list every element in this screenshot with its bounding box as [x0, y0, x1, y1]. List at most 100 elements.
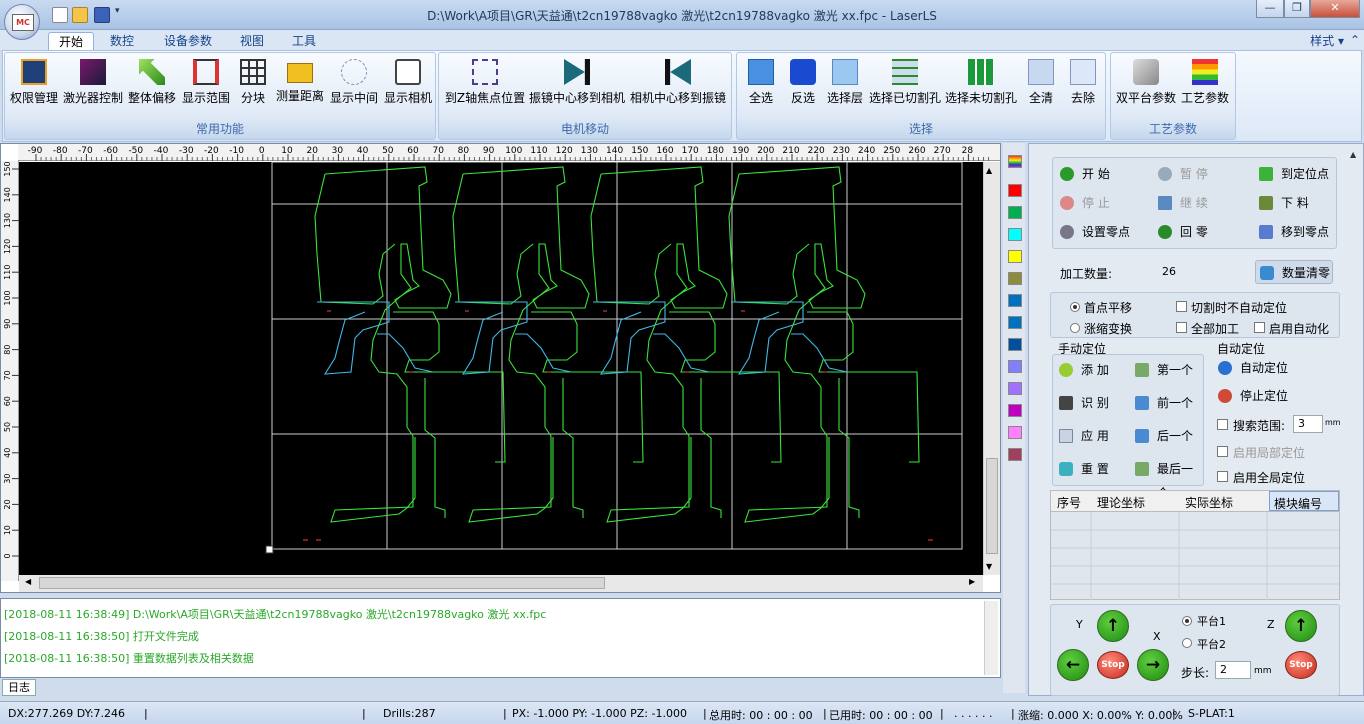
local-locate-checkbox[interactable] [1217, 446, 1228, 457]
col-index[interactable]: 序号 [1057, 494, 1081, 511]
canvas-horizontal-scrollbar[interactable]: ◀ ▶ [19, 575, 983, 592]
scroll-down-icon[interactable]: ▼ [986, 562, 992, 571]
first-button[interactable]: 第一个 [1131, 358, 1203, 382]
prev-button[interactable]: 前一个 [1131, 391, 1203, 415]
tab-tools[interactable]: 工具 [282, 32, 326, 51]
palette-swatch[interactable] [1008, 360, 1022, 373]
measure-button[interactable]: 测量距离 [273, 57, 327, 113]
palette-swatch[interactable] [1008, 228, 1022, 241]
set-zero-button[interactable]: 设置零点 [1056, 220, 1146, 244]
global-locate-checkbox[interactable] [1217, 471, 1228, 482]
show-center-button[interactable]: 显示中间 [327, 57, 381, 113]
palette-swatch[interactable] [1008, 426, 1022, 439]
tab-log[interactable]: 日志 [2, 679, 36, 696]
minimize-button[interactable]: — [1256, 0, 1284, 18]
pause-button[interactable]: 暂 停 [1154, 162, 1244, 186]
locate-table-body[interactable] [1050, 512, 1341, 600]
first-pan-radio[interactable] [1070, 302, 1080, 312]
vscroll-thumb[interactable] [986, 458, 998, 554]
offset-button[interactable]: 整体偏移 [125, 57, 179, 113]
goto-position-button[interactable]: 到定位点 [1255, 162, 1337, 186]
z-up-button[interactable]: ↑ [1285, 610, 1317, 642]
permission-button[interactable]: 权限管理 [7, 57, 61, 113]
hscroll-thumb[interactable] [39, 577, 605, 589]
close-button[interactable]: ✕ [1310, 0, 1360, 18]
apply-button[interactable]: 应 用 [1055, 424, 1123, 448]
resume-button[interactable]: 继 续 [1154, 191, 1244, 215]
all-process-checkbox[interactable] [1176, 322, 1187, 333]
home-button[interactable]: 回 零 [1154, 220, 1244, 244]
palette-swatch[interactable] [1008, 338, 1022, 351]
panel-scroll-up-icon[interactable]: ▲ [1350, 150, 1356, 159]
split-button[interactable]: 分块 [233, 57, 273, 113]
log-scrollbar[interactable] [984, 601, 998, 675]
scroll-up-icon[interactable]: ▲ [986, 166, 992, 175]
search-range-checkbox[interactable] [1217, 419, 1228, 430]
step-input[interactable]: 2 [1215, 661, 1251, 679]
drawing-canvas[interactable] [19, 161, 983, 575]
palette-swatch[interactable] [1008, 382, 1022, 395]
col-actual-coord[interactable]: 实际坐标 [1185, 494, 1233, 511]
show-camera-button[interactable]: 显示相机 [381, 57, 435, 113]
tab-cnc[interactable]: 数控 [100, 32, 144, 51]
tab-device-params[interactable]: 设备参数 [154, 32, 222, 51]
pcb-part[interactable] [728, 166, 920, 523]
restore-button[interactable]: ❐ [1284, 0, 1310, 18]
camera-to-galvo-button[interactable]: 相机中心移到振镜 [627, 57, 729, 113]
galvo-to-camera-button[interactable]: 振镜中心移到相机 [527, 57, 627, 113]
palette-swatch[interactable] [1008, 448, 1022, 461]
app-menu-button[interactable]: MC [4, 4, 40, 40]
auto-locate-button[interactable]: 自动定位 [1214, 356, 1296, 380]
palette-swatch[interactable] [1008, 404, 1022, 417]
tab-start[interactable]: 开始 [48, 32, 95, 51]
select-layer-button[interactable]: 选择层 [823, 57, 867, 113]
ribbon-collapse-icon[interactable]: ⌃ [1350, 33, 1360, 47]
tab-view[interactable]: 视图 [230, 32, 274, 51]
canvas-vertical-scrollbar[interactable]: ▲ ▼ [983, 162, 1000, 575]
col-theory-coord[interactable]: 理论坐标 [1097, 494, 1145, 511]
stop-button[interactable]: 停 止 [1056, 191, 1146, 215]
palette-swatch[interactable] [1008, 294, 1022, 307]
unload-button[interactable]: 下 料 [1255, 191, 1337, 215]
palette-swatch[interactable] [1008, 272, 1022, 285]
dual-platform-params-button[interactable]: 双平台参数 [1115, 57, 1177, 113]
x-right-button[interactable]: → [1137, 649, 1169, 681]
add-button[interactable]: 添 加 [1055, 358, 1123, 382]
process-params-button[interactable]: 工艺参数 [1177, 57, 1233, 113]
xy-stop-button[interactable]: Stop [1097, 651, 1129, 679]
palette-swatch[interactable] [1008, 206, 1022, 219]
next-button[interactable]: 后一个 [1131, 424, 1203, 448]
clear-all-button[interactable]: 全清 [1021, 57, 1061, 113]
laser-control-button[interactable]: 激光器控制 [61, 57, 125, 113]
palette-swatch[interactable] [1008, 316, 1022, 329]
move-to-zero-button[interactable]: 移到零点 [1255, 220, 1337, 244]
select-uncut-holes-button[interactable]: 选择未切割孔 [943, 57, 1019, 113]
x-left-button[interactable]: ← [1057, 649, 1089, 681]
show-range-button[interactable]: 显示范围 [179, 57, 233, 113]
z-focus-button[interactable]: 到Z轴焦点位置 [443, 57, 527, 113]
scale-transform-radio[interactable] [1070, 323, 1080, 333]
remove-button[interactable]: 去除 [1063, 57, 1103, 113]
enable-auto-checkbox[interactable] [1254, 322, 1265, 333]
z-stop-button[interactable]: Stop [1285, 651, 1317, 679]
stop-locate-button[interactable]: 停止定位 [1214, 384, 1296, 408]
count-clear-button[interactable]: 数量清零 [1255, 260, 1333, 284]
last-button[interactable]: 最后一个 [1131, 457, 1203, 500]
platform1-radio[interactable] [1182, 616, 1192, 626]
scroll-left-icon[interactable]: ◀ [25, 577, 31, 586]
no-auto-locate-checkbox[interactable] [1176, 301, 1187, 312]
select-cut-holes-button[interactable]: 选择已切割孔 [867, 57, 943, 113]
reset-button[interactable]: 重 置 [1055, 457, 1123, 481]
platform2-radio[interactable] [1182, 638, 1192, 648]
y-up-button[interactable]: ↑ [1097, 610, 1129, 642]
palette-swatch[interactable] [1008, 250, 1022, 263]
style-menu[interactable]: 样式 ▾ [1310, 32, 1344, 49]
search-range-input[interactable]: 3 [1293, 415, 1323, 433]
col-module-id[interactable]: 模块编号 [1269, 491, 1339, 511]
scroll-right-icon[interactable]: ▶ [969, 577, 975, 586]
palette-all-layers-icon[interactable] [1008, 155, 1022, 168]
invert-select-button[interactable]: 反选 [783, 57, 823, 113]
palette-swatch[interactable] [1008, 184, 1022, 197]
select-all-button[interactable]: 全选 [741, 57, 781, 113]
identify-button[interactable]: 识 别 [1055, 391, 1123, 415]
